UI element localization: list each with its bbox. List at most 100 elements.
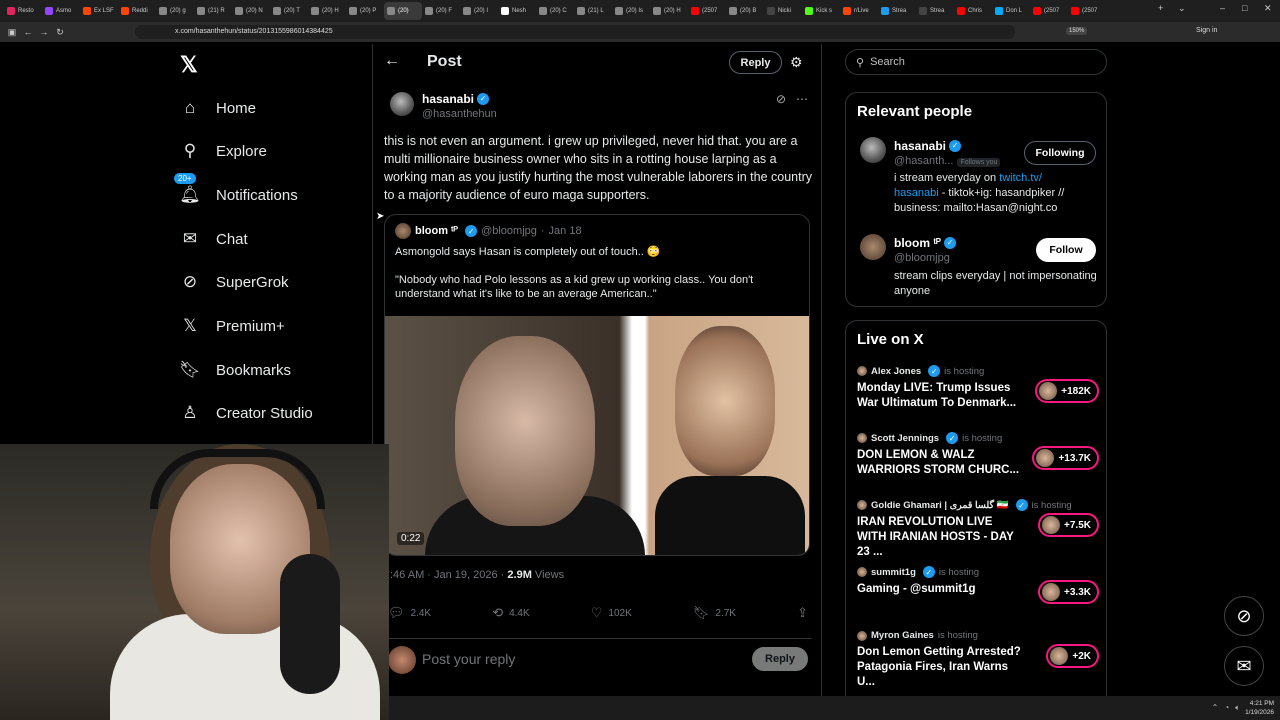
browser-tab[interactable]: (21) R xyxy=(194,2,232,20)
browser-tab[interactable]: Asmo xyxy=(42,2,80,20)
minimize-icon[interactable]: – xyxy=(1220,3,1225,13)
live-item[interactable]: Alex Jones ✓ is hosting Monday LIVE: Trump… xyxy=(857,365,1099,411)
tab-list-icon[interactable]: ⌄ xyxy=(1178,3,1186,14)
search-input[interactable]: ⚲ Search xyxy=(845,49,1107,75)
x-logo-icon[interactable]: 𝕏 xyxy=(180,52,198,78)
bookmark-action[interactable]: 🔖︎ 2.7K xyxy=(693,605,736,621)
wifi-icon[interactable]: ◔ xyxy=(1224,703,1229,713)
browser-tab[interactable]: (20) B xyxy=(726,2,764,20)
grok-icon[interactable]: ⊘ xyxy=(776,92,786,106)
reply-submit-button[interactable]: Reply xyxy=(752,647,808,671)
live-item[interactable]: summit1g ✓ is hosting Gaming - @summit1g +… xyxy=(857,566,1099,604)
back-arrow-icon[interactable]: ← xyxy=(384,52,400,70)
more-icon[interactable]: ⋯ xyxy=(796,92,808,106)
avatar[interactable] xyxy=(390,92,414,116)
browser-tab[interactable]: Ex LSF xyxy=(80,2,118,20)
browser-tab[interactable]: Resto xyxy=(4,2,42,20)
browser-tab[interactable]: (20) g xyxy=(156,2,194,20)
quoted-post[interactable]: bloom ᵗᴾ ✓ @bloomjpg · Jan 18 Asmongold … xyxy=(384,214,810,556)
system-tray[interactable]: ⌃ ◔ 🔈︎ xyxy=(1212,703,1240,713)
avatar[interactable] xyxy=(395,223,411,239)
browser-tab[interactable]: (2507 xyxy=(1068,2,1106,20)
follow-button[interactable]: Follow xyxy=(1036,238,1096,262)
person-row[interactable]: hasanabi ✓ @hasanth... Follows you xyxy=(860,137,1001,167)
live-item[interactable]: Scott Jennings ✓ is hosting DON LEMON & WA… xyxy=(857,432,1099,478)
browser-tab[interactable]: (20) F xyxy=(422,2,460,20)
close-window-icon[interactable]: ✕ xyxy=(1264,3,1272,14)
repost-action[interactable]: ⟲ 4.4K xyxy=(492,605,529,621)
maximize-icon[interactable]: □ xyxy=(1242,3,1247,13)
url-field[interactable]: x.com/hasanthehun/status/201315598601438… xyxy=(135,25,1015,39)
live-listener-pill[interactable]: +3.3K xyxy=(1038,580,1099,604)
quote-author-handle[interactable]: @bloomjpg xyxy=(481,225,537,237)
browser-tab[interactable]: Nicki xyxy=(764,2,802,20)
browser-tab[interactable]: (20) H xyxy=(308,2,346,20)
browser-tab[interactable]: Reddi xyxy=(118,2,156,20)
browser-tab[interactable]: (20) xyxy=(384,2,422,20)
browser-tab[interactable]: Strea xyxy=(916,2,954,20)
live-listener-pill[interactable]: +182K xyxy=(1035,379,1099,403)
browser-tab[interactable]: Chris xyxy=(954,2,992,20)
system-clock[interactable]: 4:21 PM 1/19/2026 xyxy=(1245,699,1274,717)
person-name[interactable]: hasanabi xyxy=(894,139,946,153)
back-icon[interactable]: ← xyxy=(20,27,36,37)
reply-header-button[interactable]: Reply xyxy=(729,51,782,74)
quote-video[interactable]: 0:22 xyxy=(385,316,809,555)
share-action[interactable]: ⇪ xyxy=(797,605,808,621)
following-button[interactable]: Following xyxy=(1024,141,1096,165)
author-name[interactable]: hasanabi xyxy=(422,92,474,106)
browser-tab[interactable]: (20) I xyxy=(460,2,498,20)
reply-input[interactable]: Post your reply xyxy=(422,651,515,667)
live-item[interactable]: Goldie Ghamari | گلسا قمری 🇮🇷 ✓ is hosting… xyxy=(857,499,1099,560)
browser-tab[interactable]: Kick s xyxy=(802,2,840,20)
bio-link[interactable]: hasanabi xyxy=(894,187,939,199)
live-listener-pill[interactable]: +2K xyxy=(1046,644,1099,668)
browser-tab[interactable]: Strea xyxy=(878,2,916,20)
messages-fab-icon[interactable]: ✉ xyxy=(1224,646,1264,686)
nav-item-home[interactable]: ⌂ Home xyxy=(180,98,256,118)
browser-tab[interactable]: r/Live xyxy=(840,2,878,20)
live-listener-pill[interactable]: +13.7K xyxy=(1032,446,1099,470)
browser-tab[interactable]: Don L xyxy=(992,2,1030,20)
author-handle[interactable]: @hasanthehun xyxy=(422,108,497,120)
reply-action[interactable]: 💬︎ 2.4K xyxy=(388,605,431,621)
reload-icon[interactable]: ↻ xyxy=(52,27,68,38)
new-tab-button[interactable]: + xyxy=(1158,3,1163,13)
browser-tab[interactable]: (21) L xyxy=(574,2,612,20)
nav-item-notifications[interactable]: 🔔︎ 20+ Notifications xyxy=(174,173,298,205)
browser-tab[interactable]: (20) H xyxy=(650,2,688,20)
live-listener-pill[interactable]: +7.5K xyxy=(1038,513,1099,537)
nav-item-creator-studio[interactable]: ♙ Creator Studio xyxy=(180,403,312,423)
nav-item-premium[interactable]: 𝕏 Premium+ xyxy=(180,316,285,336)
forward-icon[interactable]: → xyxy=(36,27,52,37)
chevron-up-icon[interactable]: ⌃ xyxy=(1212,703,1219,713)
browser-tab[interactable]: (20) N xyxy=(232,2,270,20)
post-author[interactable]: hasanabi ✓ @hasanthehun xyxy=(390,90,497,120)
grok-fab-icon[interactable]: ⊘ xyxy=(1224,596,1264,636)
nav-item-supergrok[interactable]: ⊘ SuperGrok xyxy=(180,272,289,292)
person-row[interactable]: bloom ᵗᴾ ✓ @bloomjpg xyxy=(860,234,956,264)
zoom-indicator[interactable]: 150% xyxy=(1066,27,1088,35)
settings-sliders-icon[interactable]: ⚙︎ xyxy=(790,54,803,71)
avatar[interactable] xyxy=(860,137,886,163)
browser-tab[interactable]: Nesh xyxy=(498,2,536,20)
browser-tab[interactable]: (20) C xyxy=(536,2,574,20)
avatar[interactable] xyxy=(860,234,886,260)
nav-item-explore[interactable]: ⚲ Explore xyxy=(180,141,267,161)
person-name[interactable]: bloom ᵗᴾ xyxy=(894,236,941,250)
browser-tab[interactable]: (20) T xyxy=(270,2,308,20)
quote-author-name[interactable]: bloom ᵗᴾ xyxy=(415,225,458,237)
browser-tab[interactable]: (20) Is xyxy=(612,2,650,20)
volume-icon[interactable]: 🔈︎ xyxy=(1235,703,1240,713)
nav-item-chat[interactable]: ✉ Chat xyxy=(180,229,248,249)
browser-tab[interactable]: (20) P xyxy=(346,2,384,20)
post-timestamp[interactable]: :46 AM · Jan 19, 2026 · 2.9M Views xyxy=(390,569,564,581)
like-action[interactable]: ♡ 102K xyxy=(591,605,632,621)
browser-tab[interactable]: (2507 xyxy=(1030,2,1068,20)
live-item[interactable]: Myron Gaines is hosting Don Lemon Getting… xyxy=(857,630,1099,690)
bio-link[interactable]: twitch.tv/ xyxy=(999,172,1042,184)
browser-tab[interactable]: (2507 xyxy=(688,2,726,20)
sidebar-toggle-icon[interactable]: ▣ xyxy=(4,27,20,38)
nav-item-bookmarks[interactable]: 🔖︎ Bookmarks xyxy=(179,360,291,380)
sign-in-button[interactable]: Sign in xyxy=(1196,27,1217,34)
